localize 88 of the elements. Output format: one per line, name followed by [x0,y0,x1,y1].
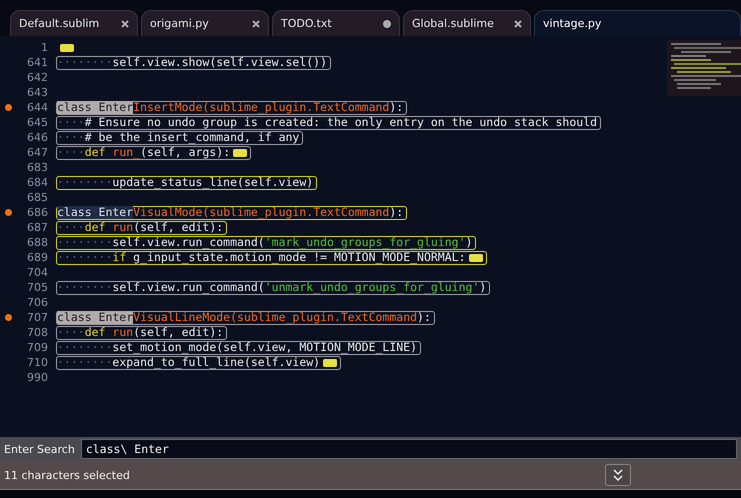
search-match: class Enter [57,206,134,219]
code-text: run_ [112,146,140,159]
code-text: ): [389,101,404,114]
code-text: ) [479,281,486,294]
code-text: if [112,251,128,264]
whitespace-dots: ········ [57,356,112,369]
code-text: 'unmark_undo_groups_for_gluing' [264,281,480,294]
search-match: class Enter [57,311,134,324]
line-number: 684 [26,175,49,190]
whitespace-dots: ········ [57,341,112,354]
expand-button[interactable] [605,464,631,486]
code-text: set_motion_mode(self.view, MOTION_MODE_LINE) [112,341,418,354]
code-text: sublime_plugin.TextCommand [237,311,418,324]
code-text: run [112,221,134,234]
code-text: (self, edit): [133,221,224,234]
file-tab[interactable]: Default.sublim [10,10,138,36]
close-icon[interactable] [121,20,129,28]
code-text: sublime_plugin.TextCommand [209,206,390,219]
code-text: expand_to_full_line(self.view) [112,356,320,369]
line-number: 708 [26,325,49,340]
code-text: def [84,221,106,234]
whitespace-dots: ···· [57,221,85,234]
code-text: def [84,326,106,339]
line-number: 643 [26,85,49,100]
line-number: 705 [26,280,49,295]
line-number: 683 [26,160,49,175]
code-text: update_status_line(self.view) [112,176,314,189]
line-number: 642 [26,70,49,85]
whitespace-dots: ···· [57,326,85,339]
code-text: VisualMode( [133,206,210,219]
whitespace-dots: ···· [57,116,85,129]
line-number: 645 [26,115,49,130]
whitespace-dots: ········ [57,56,112,69]
file-tab[interactable]: TODO.txt [272,10,400,36]
code-text: self.view.run_command( [112,281,265,294]
code-text: (self, args): [140,146,230,159]
line-number: 709 [26,340,49,355]
code-text: # be the insert_command, if any [84,131,300,144]
code-text: InsertMode( [133,101,210,114]
code-text: VisualLineMode( [133,311,238,324]
line-number: 686 [0,205,56,220]
code-text: ): [389,206,404,219]
line-number: 1 [40,40,49,55]
close-icon[interactable] [252,20,260,28]
line-number: 689 [26,250,49,265]
whitespace-dots: ········ [57,251,112,264]
file-tab[interactable]: Global.sublime [403,10,531,36]
search-match: class Enter [57,101,134,114]
code-text: g_input_state.motion_mode != MOTION_MODE_NORMAL: [133,251,466,264]
status-text: 11 characters selected [4,468,130,482]
whitespace-dots: ········ [57,176,112,189]
close-icon[interactable] [514,20,522,28]
line-number: 706 [26,295,49,310]
code-text: ): [417,311,431,324]
line-number: 644 [0,100,56,115]
fold-marker-icon[interactable] [468,254,483,262]
whitespace-dots: ········ [57,236,112,249]
code-text: self.view.show(self.view.sel()) [112,56,328,69]
double-chevron-icon [613,469,623,481]
code-text: self.view.run_command( [112,236,265,249]
line-number: 704 [26,265,49,280]
search-field[interactable]: class\ Enter [80,439,737,459]
line-number: 990 [26,370,49,385]
line-number: 646 [26,130,49,145]
find-label: Enter Search [4,442,75,456]
whitespace-dots: ········ [57,281,112,294]
fold-marker-icon[interactable] [60,44,74,52]
line-number: 641 [26,55,49,70]
fold-marker-icon[interactable] [323,358,338,366]
code-text: run [112,326,134,339]
line-number: 685 [26,190,49,205]
line-number: 707 [0,310,56,325]
line-number: 710 [26,355,49,370]
code-text: (self, edit): [133,326,224,339]
code-text: ) [466,236,472,249]
code-text: # Ensure no undo group is created: the only entry on the undo stack should [84,116,598,129]
code-text: 'mark_undo_groups_for_gluing' [264,236,466,249]
fold-marker-icon[interactable] [233,148,248,156]
whitespace-dots: ···· [57,131,85,144]
file-tab[interactable]: vintage.py [534,10,741,36]
minimap[interactable] [667,40,741,96]
code-text: sublime_plugin.TextCommand [209,101,390,114]
whitespace-dots: ···· [57,146,85,159]
line-number: 687 [26,220,49,235]
code-text: def [84,146,106,159]
line-number: 688 [26,235,49,250]
line-number: 647 [26,145,49,160]
file-tab[interactable]: origami.py [141,10,269,36]
